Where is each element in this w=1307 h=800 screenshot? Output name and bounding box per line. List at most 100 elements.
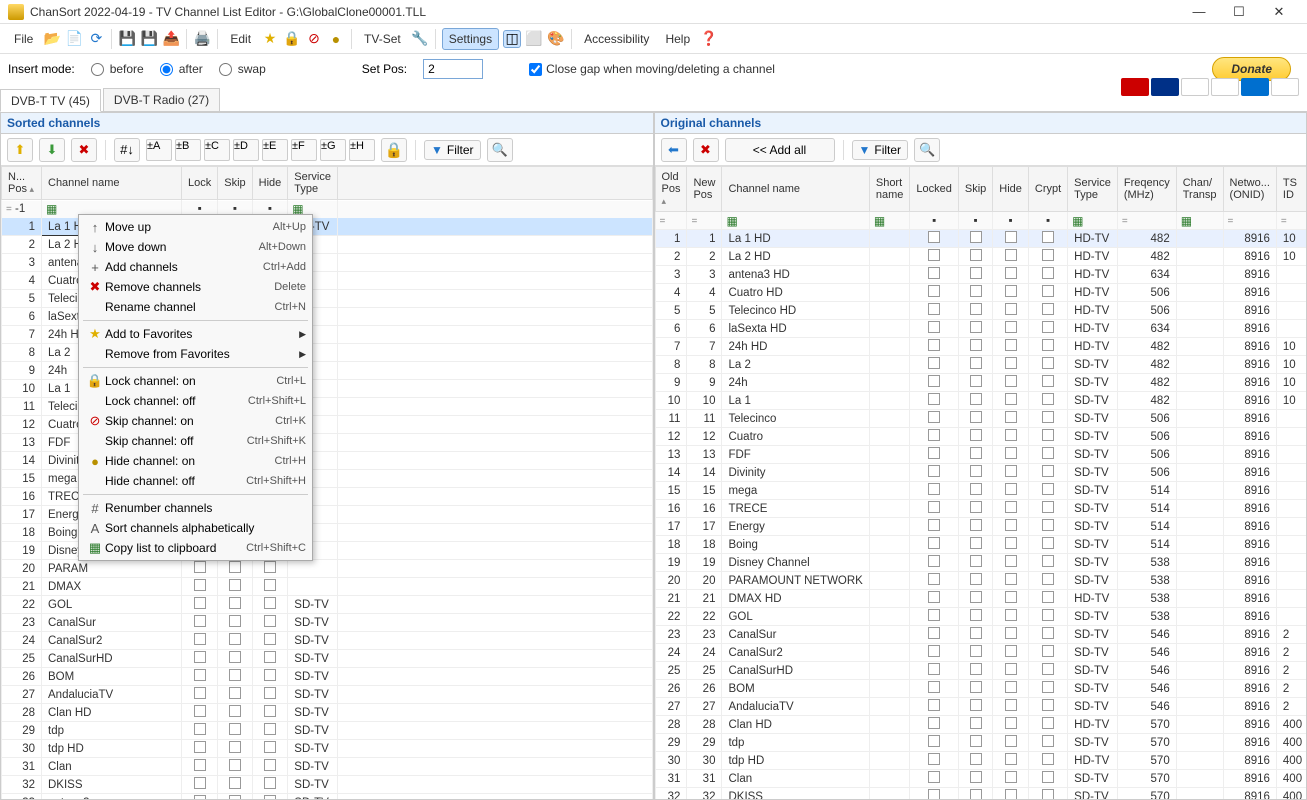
table-row[interactable]: 2929tdpSD-TV5708916400 — [655, 734, 1306, 752]
help-icon[interactable]: ❓ — [700, 30, 718, 48]
table-row[interactable]: 27AndaluciaTVSD-TV — [2, 686, 653, 704]
closegap-checkbox[interactable]: Close gap when moving/deleting a channel — [529, 62, 775, 76]
ctx-renumber-channels[interactable]: #Renumber channels — [81, 498, 310, 518]
filter-button-right[interactable]: ▼Filter — [852, 140, 909, 160]
table-row[interactable]: 2525CanalSurHDSD-TV54689162 — [655, 662, 1306, 680]
col-name[interactable]: Channel name — [42, 167, 182, 200]
fav-button-±G[interactable]: ±G — [320, 139, 346, 161]
table-row[interactable]: 24CanalSur2SD-TV — [2, 632, 653, 650]
setpos-input[interactable] — [423, 59, 483, 79]
export-icon[interactable]: 📤 — [162, 30, 180, 48]
menu-settings[interactable]: Settings — [442, 28, 499, 50]
layout2-icon[interactable]: ⬜ — [525, 30, 543, 48]
table-row[interactable]: 11La 1 HDHD-TV482891610 — [655, 230, 1306, 248]
ctx-remove-channels[interactable]: ✖Remove channelsDelete — [81, 277, 310, 297]
table-row[interactable]: 2424CanalSur2SD-TV54689162 — [655, 644, 1306, 662]
back-button[interactable]: ⬅ — [661, 138, 687, 162]
table-row[interactable]: 2323CanalSurSD-TV54689162 — [655, 626, 1306, 644]
close-button[interactable]: ✕ — [1259, 0, 1299, 24]
ctx-lock-channel-off[interactable]: Lock channel: offCtrl+Shift+L — [81, 391, 310, 411]
lock-icon[interactable]: 🔒 — [283, 30, 301, 48]
lock-button[interactable]: 🔒 — [381, 138, 407, 162]
layout-icon[interactable]: ◫ — [503, 30, 521, 48]
radio-swap[interactable]: swap — [219, 62, 266, 76]
table-row[interactable]: 3232DKISSSD-TV5708916400 — [655, 788, 1306, 800]
fav-button-±H[interactable]: ±H — [349, 139, 375, 161]
table-row[interactable]: 1010La 1SD-TV482891610 — [655, 392, 1306, 410]
table-row[interactable]: 1111TelecincoSD-TV5068916 — [655, 410, 1306, 428]
col-netw[interactable]: Netwo... (ONID) — [1223, 167, 1276, 212]
table-row[interactable]: 1919Disney ChannelSD-TV5388916 — [655, 554, 1306, 572]
col-skip-r[interactable]: Skip — [958, 167, 992, 212]
col-hide[interactable]: Hide — [252, 167, 288, 200]
table-row[interactable]: 1414DivinitySD-TV5068916 — [655, 464, 1306, 482]
table-row[interactable]: 32DKISSSD-TV — [2, 776, 653, 794]
ctx-skip-channel-on[interactable]: ⊘Skip channel: onCtrl+K — [81, 411, 310, 431]
ctx-skip-channel-off[interactable]: Skip channel: offCtrl+Shift+K — [81, 431, 310, 451]
tab-dvbt-tv[interactable]: DVB-T TV (45) — [0, 89, 101, 112]
fav-button-±C[interactable]: ±C — [204, 139, 230, 161]
menu-tvset[interactable]: TV-Set — [358, 29, 407, 49]
table-row[interactable]: 29tdpSD-TV — [2, 722, 653, 740]
ctx-sort-channels-alphabetically[interactable]: ASort channels alphabetically — [81, 518, 310, 538]
table-row[interactable]: 25CanalSurHDSD-TV — [2, 650, 653, 668]
table-row[interactable]: 1212CuatroSD-TV5068916 — [655, 428, 1306, 446]
menu-help[interactable]: Help — [659, 29, 696, 49]
col-hide-r[interactable]: Hide — [993, 167, 1029, 212]
menu-edit[interactable]: Edit — [224, 29, 257, 49]
col-lock[interactable]: Lock — [182, 167, 218, 200]
table-row[interactable]: 9924hSD-TV482891610 — [655, 374, 1306, 392]
table-row[interactable]: 28Clan HDSD-TV — [2, 704, 653, 722]
table-row[interactable]: 20PARAM — [2, 560, 653, 578]
open-icon[interactable]: 📂 — [43, 30, 61, 48]
ctx-lock-channel-on[interactable]: 🔒Lock channel: onCtrl+L — [81, 371, 310, 391]
search-button-right[interactable]: 🔍 — [914, 138, 940, 162]
move-down-button[interactable]: ⬇ — [39, 138, 65, 162]
table-row[interactable]: 2828Clan HDHD-TV5708916400 — [655, 716, 1306, 734]
skip-icon[interactable]: ⊘ — [305, 30, 323, 48]
ctx-move-down[interactable]: ↓Move downAlt+Down — [81, 237, 310, 257]
table-row[interactable]: 30tdp HDSD-TV — [2, 740, 653, 758]
fav-button-±F[interactable]: ±F — [291, 139, 317, 161]
table-row[interactable]: 55Telecinco HDHD-TV5068916 — [655, 302, 1306, 320]
table-row[interactable]: 1717EnergySD-TV5148916 — [655, 518, 1306, 536]
table-row[interactable]: 31ClanSD-TV — [2, 758, 653, 776]
col-svc[interactable]: Service Type — [288, 167, 338, 200]
table-row[interactable]: 88La 2SD-TV482891610 — [655, 356, 1306, 374]
table-row[interactable]: 3131ClanSD-TV5708916400 — [655, 770, 1306, 788]
ctx-remove-from-favorites[interactable]: Remove from Favorites▶ — [81, 344, 310, 364]
col-newpos-r[interactable]: New Pos — [687, 167, 722, 212]
remove-button[interactable]: ✖ — [71, 138, 97, 162]
table-row[interactable]: 2121DMAX HDHD-TV5388916 — [655, 590, 1306, 608]
table-row[interactable]: 44Cuatro HDHD-TV5068916 — [655, 284, 1306, 302]
fav-button-±E[interactable]: ±E — [262, 139, 288, 161]
fav-button-±B[interactable]: ±B — [175, 139, 201, 161]
reload-icon[interactable]: ⟳ — [87, 30, 105, 48]
renumber-button[interactable]: #↓ — [114, 138, 140, 162]
col-freq[interactable]: Freqency (MHz) — [1117, 167, 1176, 212]
col-skip[interactable]: Skip — [218, 167, 252, 200]
table-row[interactable]: 23CanalSurSD-TV — [2, 614, 653, 632]
col-chan[interactable]: Chan/ Transp — [1176, 167, 1223, 212]
add-all-button[interactable]: << Add all — [725, 138, 835, 162]
original-grid[interactable]: Old Pos New Pos Channel name Short name … — [655, 166, 1307, 799]
table-row[interactable]: 21DMAX — [2, 578, 653, 596]
ctx-hide-channel-on[interactable]: ●Hide channel: onCtrl+H — [81, 451, 310, 471]
col-tsid[interactable]: TS ID — [1276, 167, 1306, 212]
filter-button[interactable]: ▼Filter — [424, 140, 481, 160]
col-short[interactable]: Short name — [869, 167, 910, 212]
move-up-button[interactable]: ⬆ — [7, 138, 33, 162]
table-row[interactable]: 1616TRECESD-TV5148916 — [655, 500, 1306, 518]
maximize-button[interactable]: ☐ — [1219, 0, 1259, 24]
table-row[interactable]: 33antena3 HDHD-TV6348916 — [655, 266, 1306, 284]
ctx-move-up[interactable]: ↑Move upAlt+Up — [81, 217, 310, 237]
ctx-copy-list-to-clipboard[interactable]: ▦Copy list to clipboardCtrl+Shift+C — [81, 538, 310, 558]
remove-orig-button[interactable]: ✖ — [693, 138, 719, 162]
ctx-hide-channel-off[interactable]: Hide channel: offCtrl+Shift+H — [81, 471, 310, 491]
radio-before[interactable]: before — [91, 62, 144, 76]
table-row[interactable]: 2626BOMSD-TV54689162 — [655, 680, 1306, 698]
ctx-add-to-favorites[interactable]: ★Add to Favorites▶ — [81, 324, 310, 344]
table-row[interactable]: 2727AndaluciaTVSD-TV54689162 — [655, 698, 1306, 716]
table-row[interactable]: 2222GOLSD-TV5388916 — [655, 608, 1306, 626]
ctx-rename-channel[interactable]: Rename channelCtrl+N — [81, 297, 310, 317]
